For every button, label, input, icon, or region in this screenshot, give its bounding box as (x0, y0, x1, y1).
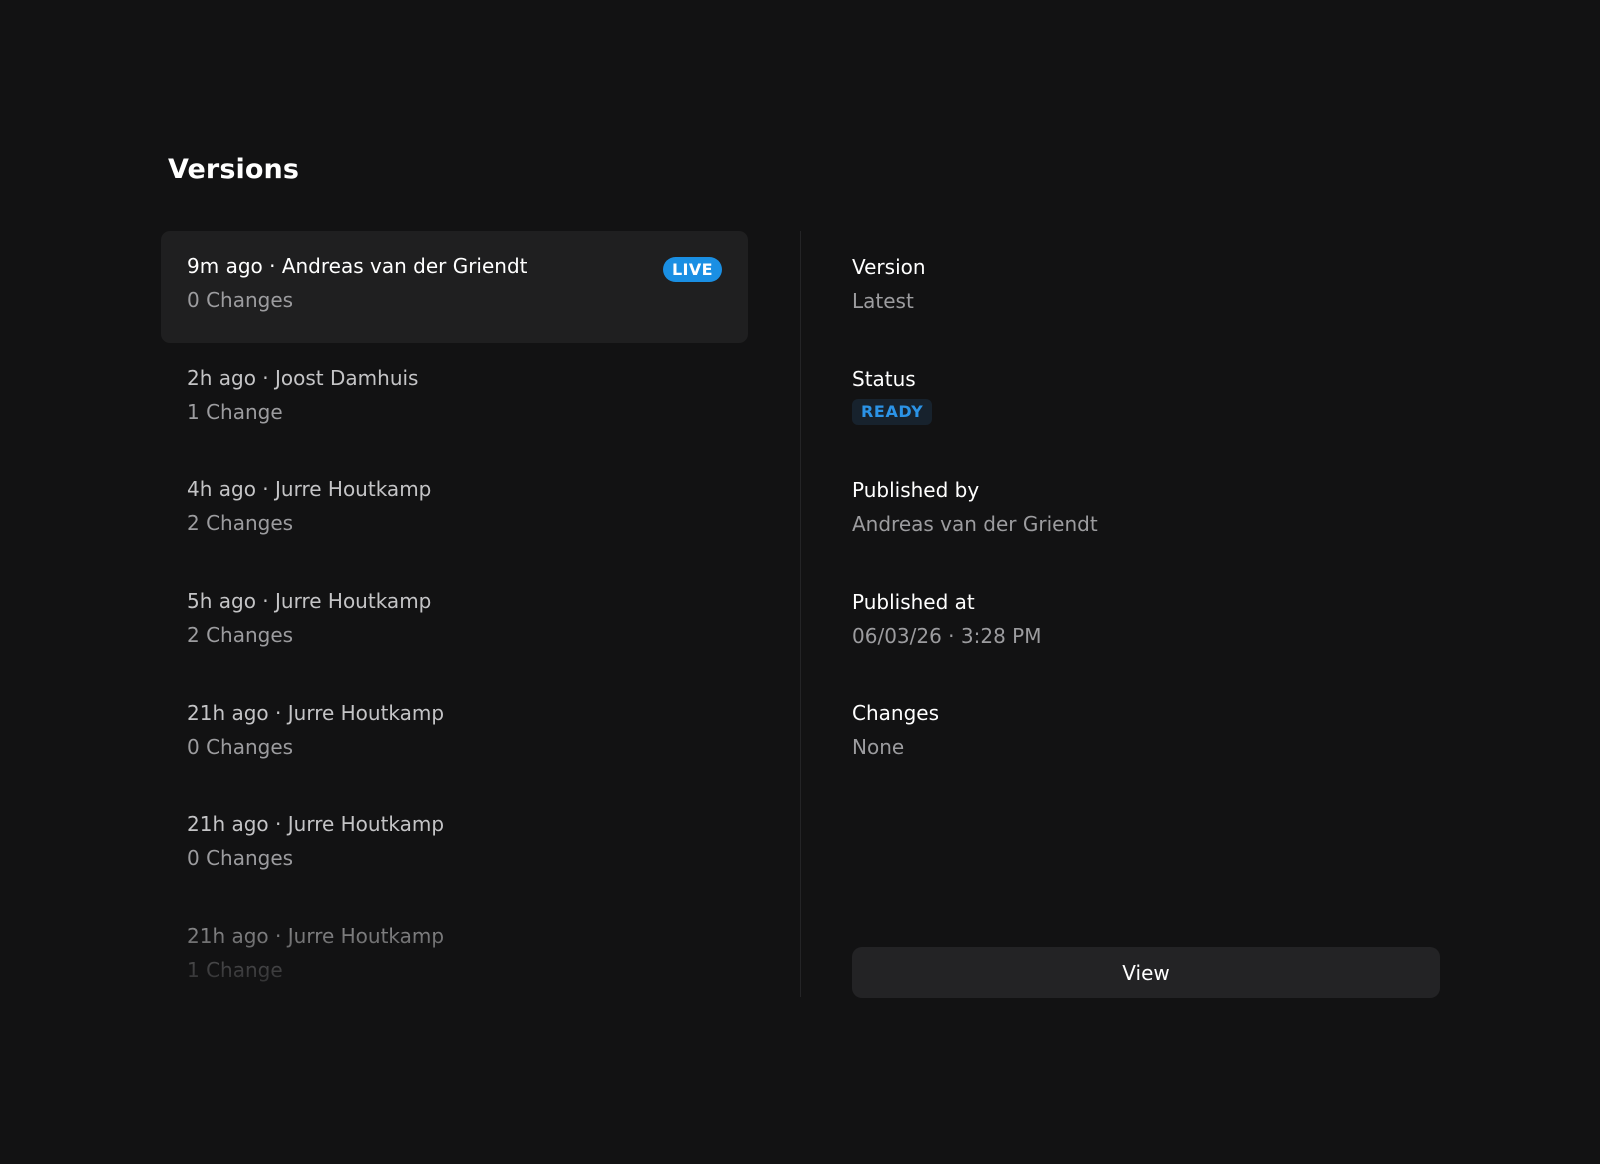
page-title: Versions (168, 154, 300, 185)
versions-page: Versions 9m ago · Andreas van der Griend… (0, 0, 1600, 1164)
detail-published-by: Published by Andreas van der Griendt (852, 477, 1440, 589)
detail-published-at-value: 06/03/26 · 3:28 PM (852, 623, 1042, 648)
status-badge: READY (852, 398, 933, 425)
version-item[interactable]: 21h ago · Jurre Houtkamp 0 Changes (161, 789, 748, 901)
detail-changes: Changes None (852, 700, 1440, 812)
version-item-changes: 0 Changes (187, 734, 294, 759)
detail-status-label: Status (852, 366, 916, 391)
version-item-title: 4h ago · Jurre Houtkamp (187, 477, 432, 502)
version-item[interactable]: 2h ago · Joost Damhuis 1 Change (161, 343, 748, 455)
detail-changes-value: None (852, 735, 905, 759)
version-item[interactable]: 21h ago · Jurre Houtkamp 1 Change (161, 901, 748, 997)
version-item-changes: 1 Change (187, 958, 283, 983)
view-button[interactable]: View (852, 947, 1440, 998)
detail-published-at-label: Published at (852, 589, 975, 614)
version-item-changes: 0 Changes (187, 846, 294, 871)
panel-divider (800, 231, 801, 997)
version-item-title: 2h ago · Joost Damhuis (187, 365, 419, 390)
version-item-title: 21h ago · Jurre Houtkamp (187, 700, 445, 725)
version-item-title: 21h ago · Jurre Houtkamp (187, 812, 445, 837)
version-item-title: 5h ago · Jurre Houtkamp (187, 589, 432, 614)
version-list[interactable]: 9m ago · Andreas van der Griendt 0 Chang… (161, 231, 748, 997)
version-item-changes: 2 Changes (187, 623, 294, 648)
version-item-selected[interactable]: 9m ago · Andreas van der Griendt 0 Chang… (161, 231, 748, 343)
detail-version-value: Latest (852, 289, 914, 313)
detail-published-by-value: Andreas van der Griendt (852, 512, 1098, 536)
version-item[interactable]: 5h ago · Jurre Houtkamp 2 Changes (161, 566, 748, 678)
version-item-changes: 2 Changes (187, 511, 294, 536)
version-item-changes: 1 Change (187, 399, 283, 424)
version-item[interactable]: 4h ago · Jurre Houtkamp 2 Changes (161, 454, 748, 566)
detail-status: Status READY (852, 366, 1440, 478)
detail-changes-label: Changes (852, 701, 939, 725)
version-item[interactable]: 21h ago · Jurre Houtkamp 0 Changes (161, 678, 748, 790)
detail-published-by-label: Published by (852, 478, 980, 502)
version-item-title: 21h ago · Jurre Houtkamp (187, 924, 445, 949)
version-details-panel: Version Latest Status READY Published by… (852, 254, 1440, 812)
detail-published-at: Published at 06/03/26 · 3:28 PM (852, 589, 1440, 701)
detail-version-label: Version (852, 255, 926, 279)
live-badge: LIVE (662, 257, 722, 282)
version-item-changes: 0 Changes (187, 288, 294, 312)
version-item-title: 9m ago · Andreas van der Griendt (187, 254, 528, 278)
detail-version: Version Latest (852, 254, 1440, 366)
